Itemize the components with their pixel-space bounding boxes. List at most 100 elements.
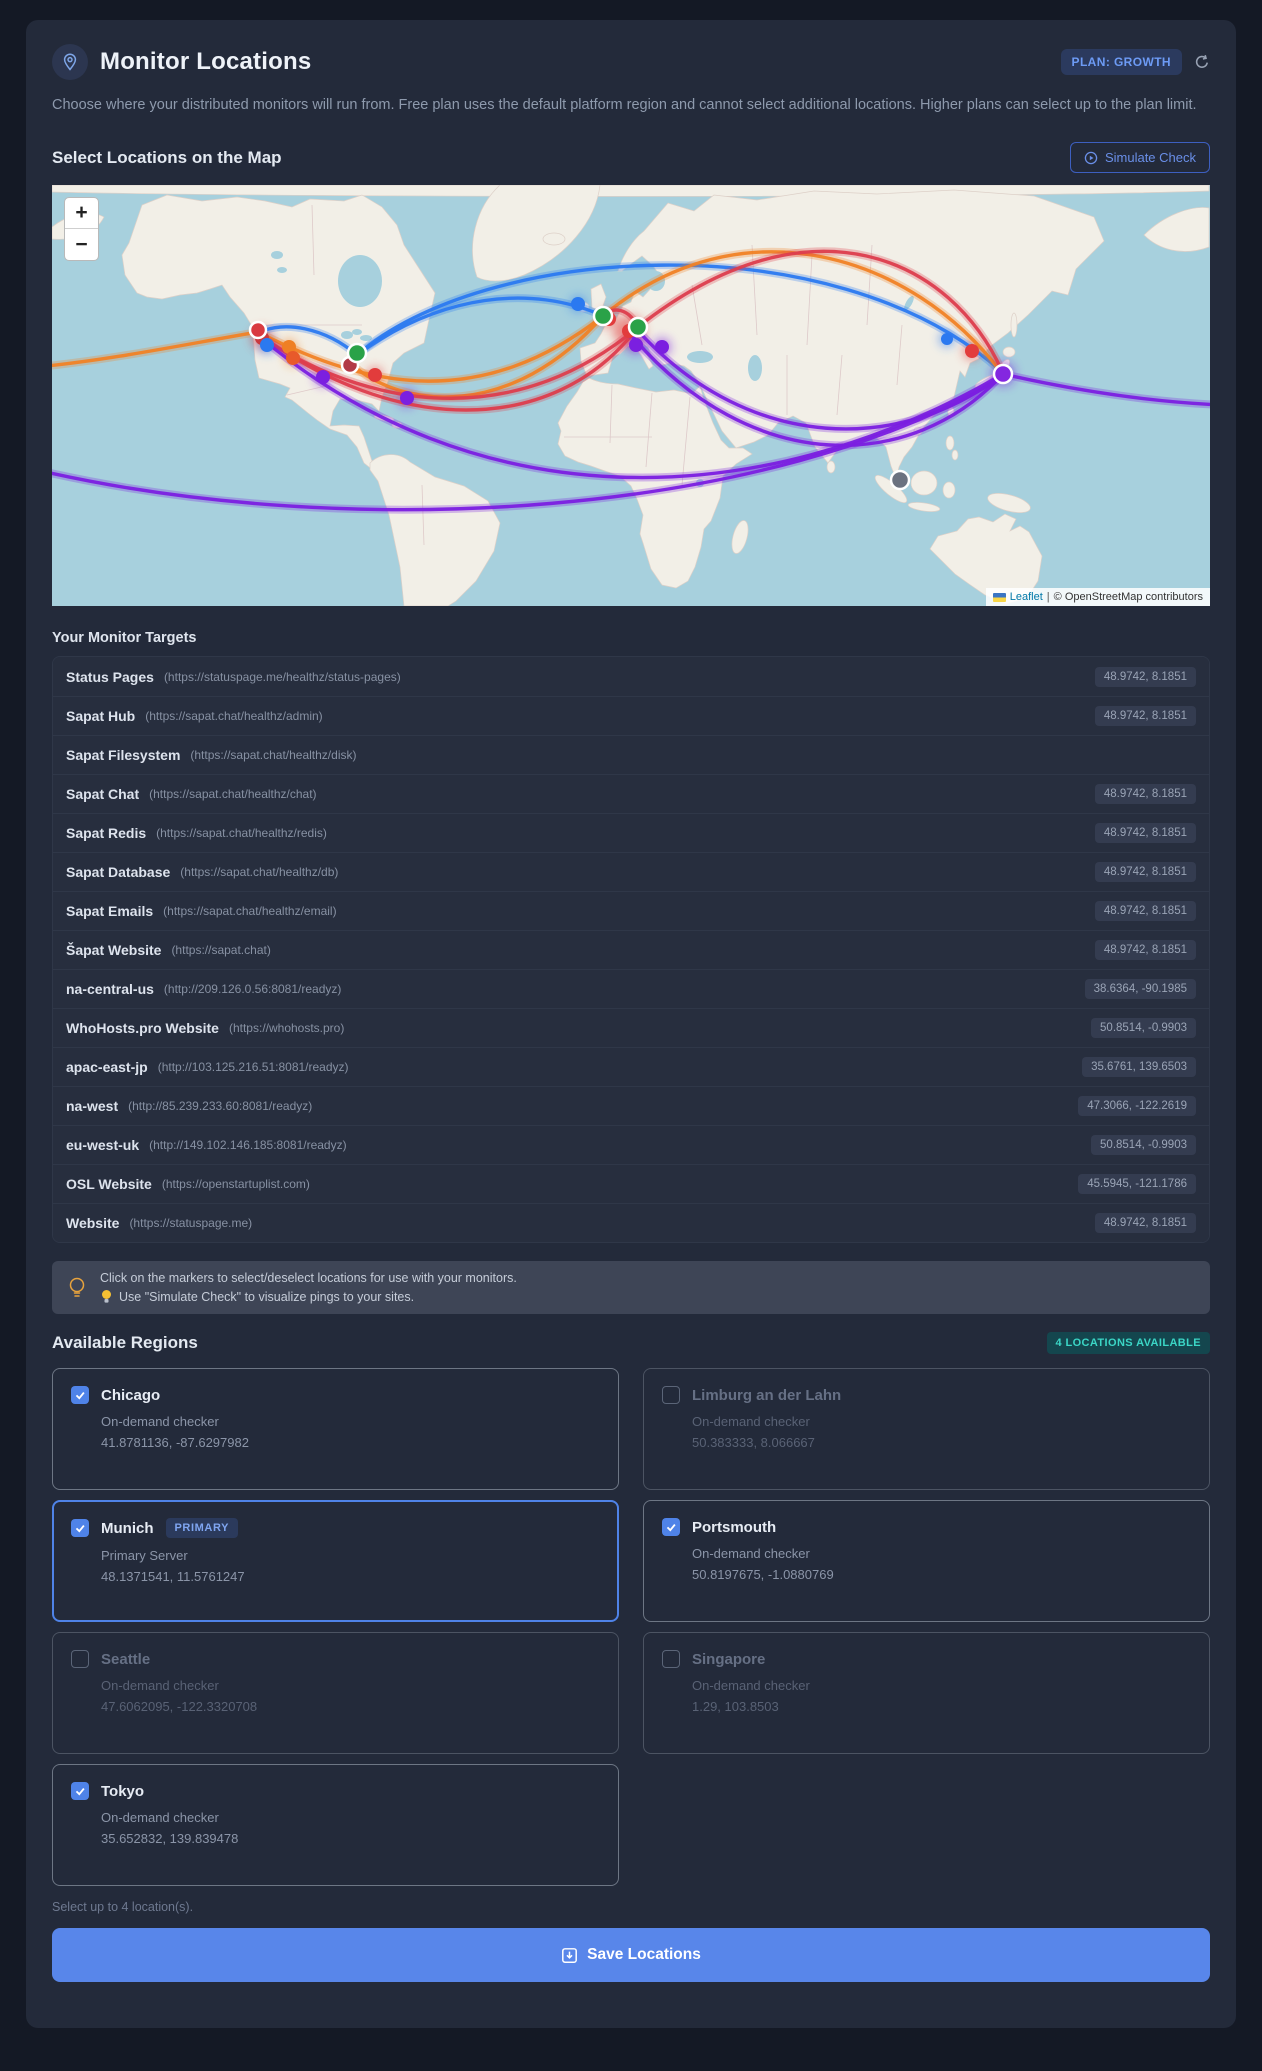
target-url: (https://sapat.chat/healthz/chat) xyxy=(149,787,317,802)
monitor-target-row: Sapat Hub (https://sapat.chat/healthz/ad… xyxy=(53,696,1209,736)
region-coordinates: 48.1371541, 11.5761247 xyxy=(101,1569,245,1585)
target-coordinates-badge: 47.3066, -122.2619 xyxy=(1078,1096,1196,1117)
target-name: Sapat Chat xyxy=(66,786,140,803)
map-section-heading: Select Locations on the Map xyxy=(52,147,282,167)
target-name: Status Pages xyxy=(66,668,154,685)
map-marker-munich[interactable] xyxy=(627,317,649,338)
target-url: (https://statuspage.me/healthz/status-pa… xyxy=(163,669,401,684)
target-name: Sapat Emails xyxy=(66,903,154,920)
target-url: (https://sapat.chat/healthz/admin) xyxy=(145,709,323,724)
region-card-tokyo[interactable]: Tokyo On-demand checker 35.652832, 139.8… xyxy=(52,1764,619,1887)
map-marker-tokyo[interactable] xyxy=(992,364,1014,385)
monitor-target-row: WhoHosts.pro Website (https://whohosts.p… xyxy=(53,1008,1209,1048)
map-marker-ping xyxy=(400,391,414,406)
map-marker-ping xyxy=(368,368,382,383)
region-coordinates: 35.652832, 139.839478 xyxy=(101,1831,239,1847)
map-marker-ping xyxy=(571,297,585,312)
monitor-target-row: Status Pages (https://statuspage.me/heal… xyxy=(53,657,1209,697)
tip-line-2: Use "Simulate Check" to visualize pings … xyxy=(100,1289,517,1304)
monitor-locations-panel: Monitor Locations PLAN: GROWTH Choose wh… xyxy=(26,20,1236,2029)
regions-grid: Chicago On-demand checker 41.8781136, -8… xyxy=(52,1368,1210,1887)
zoom-out-button[interactable]: − xyxy=(65,229,98,260)
monitor-target-row: eu-west-uk (http://149.102.146.185:8081/… xyxy=(53,1125,1209,1165)
monitor-target-row: na-central-us (http://209.126.0.56:8081/… xyxy=(53,969,1209,1009)
page-description: Choose where your distributed monitors w… xyxy=(52,97,1197,113)
region-name: Limburg an der Lahn xyxy=(692,1386,842,1404)
target-url: (https://sapat.chat/healthz/email) xyxy=(163,904,337,919)
target-name: Sapat Database xyxy=(66,864,171,881)
map-marker-chicago[interactable] xyxy=(346,343,368,364)
region-card-seattle[interactable]: Seattle On-demand checker 47.6062095, -1… xyxy=(52,1632,619,1755)
region-coordinates: 47.6062095, -122.3320708 xyxy=(101,1699,258,1715)
region-subtitle: On-demand checker xyxy=(101,1678,219,1694)
target-url: (https://sapat.chat) xyxy=(171,943,271,958)
save-locations-button[interactable]: Save Locations xyxy=(52,1928,1210,1983)
plan-badge: PLAN: GROWTH xyxy=(1060,49,1182,75)
target-name: eu-west-uk xyxy=(66,1137,140,1154)
map-marker-ping xyxy=(260,338,274,353)
region-card-portsmouth[interactable]: Portsmouth On-demand checker 50.8197675,… xyxy=(643,1500,1210,1623)
region-coordinates: 50.8197675, -1.0880769 xyxy=(692,1567,834,1583)
ukraine-flag-icon xyxy=(992,592,1006,602)
target-url: (https://openstartuplist.com) xyxy=(161,1177,310,1192)
target-url: (http://149.102.146.185:8081/readyz) xyxy=(149,1138,347,1153)
map-marker-ping xyxy=(629,338,643,353)
target-url: (https://statuspage.me) xyxy=(129,1216,253,1231)
page-title: Monitor Locations xyxy=(100,48,312,75)
region-card-munich[interactable]: Munich PRIMARY Primary Server 48.1371541… xyxy=(52,1500,619,1623)
checkbox-unchecked[interactable] xyxy=(662,1650,680,1669)
monitor-target-row: na-west (http://85.239.233.60:8081/ready… xyxy=(53,1086,1209,1126)
simulate-check-button[interactable]: Simulate Check xyxy=(1069,142,1210,174)
region-card-limburg[interactable]: Limburg an der Lahn On-demand checker 50… xyxy=(643,1368,1210,1491)
checkbox-unchecked[interactable] xyxy=(662,1386,680,1405)
target-coordinates-badge: 50.8514, -0.9903 xyxy=(1091,1135,1196,1156)
monitor-target-row: apac-east-jp (http://103.125.216.51:8081… xyxy=(53,1047,1209,1087)
target-coordinates-badge: 48.9742, 8.1851 xyxy=(1094,940,1196,961)
target-coordinates-badge: 48.9742, 8.1851 xyxy=(1094,784,1196,805)
save-icon xyxy=(562,1948,578,1963)
target-coordinates-badge: 48.9742, 8.1851 xyxy=(1094,666,1196,687)
targets-heading: Your Monitor Targets xyxy=(52,630,197,647)
region-name: Chicago xyxy=(101,1386,161,1404)
region-subtitle: Primary Server xyxy=(101,1548,188,1564)
checkbox-checked[interactable] xyxy=(71,1519,89,1538)
target-name: na-central-us xyxy=(66,981,154,998)
map-marker-singapore[interactable] xyxy=(889,470,911,491)
monitor-target-row: Sapat Redis (https://sapat.chat/healthz/… xyxy=(53,813,1209,853)
map-marker-ping xyxy=(965,344,979,359)
tip-line-1: Click on the markers to select/deselect … xyxy=(100,1271,517,1286)
zoom-in-button[interactable]: + xyxy=(65,198,98,230)
selection-limit-note: Select up to 4 location(s). xyxy=(52,1900,194,1915)
region-name: Singapore xyxy=(692,1650,766,1668)
region-card-singapore[interactable]: Singapore On-demand checker 1.29, 103.85… xyxy=(643,1632,1210,1755)
world-map[interactable]: + − Leaflet | © OpenStreetMap contributo… xyxy=(52,185,1210,607)
osm-attribution[interactable]: © OpenStreetMap contributors xyxy=(1054,591,1203,603)
refresh-icon[interactable] xyxy=(1194,54,1210,70)
monitor-target-row: Sapat Emails (https://sapat.chat/healthz… xyxy=(53,891,1209,931)
leaflet-link[interactable]: Leaflet xyxy=(1010,591,1043,603)
checkbox-checked[interactable] xyxy=(662,1518,680,1537)
target-name: na-west xyxy=(66,1098,119,1115)
target-name: WhoHosts.pro Website xyxy=(66,1020,219,1037)
map-marker-seattle[interactable] xyxy=(248,321,268,340)
target-name: Sapat Hub xyxy=(66,708,136,725)
checkbox-checked[interactable] xyxy=(71,1386,89,1405)
region-card-chicago[interactable]: Chicago On-demand checker 41.8781136, -8… xyxy=(52,1368,619,1491)
checkbox-unchecked[interactable] xyxy=(71,1650,89,1669)
target-url: (https://sapat.chat/healthz/redis) xyxy=(156,826,327,841)
target-name: Šapat Website xyxy=(66,942,162,959)
map-marker-ping xyxy=(941,333,953,346)
region-name: Seattle xyxy=(101,1650,151,1668)
target-name: Sapat Redis xyxy=(66,825,147,842)
tip-box: Click on the markers to select/deselect … xyxy=(52,1261,1210,1315)
region-coordinates: 50.383333, 8.066667 xyxy=(692,1435,815,1451)
monitor-target-row: Sapat Filesystem (https://sapat.chat/hea… xyxy=(53,735,1209,775)
map-marker-portsmouth[interactable] xyxy=(592,306,614,327)
region-coordinates: 41.8781136, -87.6297982 xyxy=(101,1435,249,1451)
play-circle-icon xyxy=(1084,151,1098,165)
target-coordinates-badge: 38.6364, -90.1985 xyxy=(1084,979,1196,1000)
primary-badge: PRIMARY xyxy=(165,1518,239,1539)
checkbox-checked[interactable] xyxy=(71,1782,89,1801)
map-marker-ping xyxy=(316,370,330,385)
locations-available-badge: 4 LOCATIONS AVAILABLE xyxy=(1046,1332,1210,1355)
